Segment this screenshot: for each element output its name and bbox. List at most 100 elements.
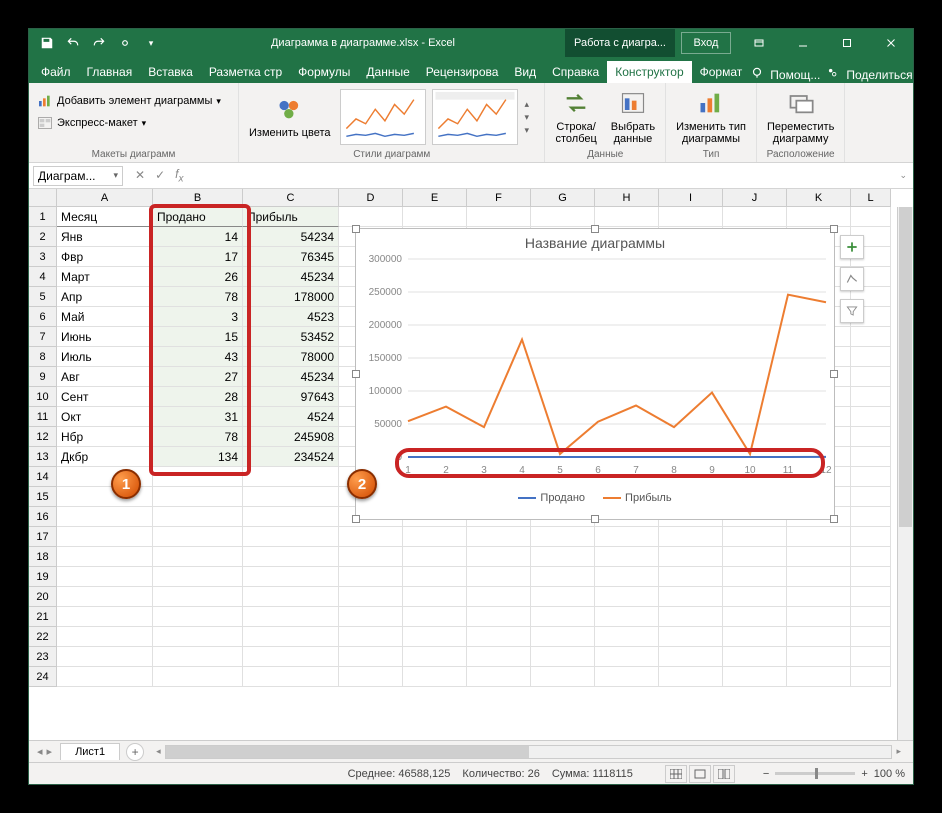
cell-H19[interactable]	[595, 567, 659, 587]
col-header-J[interactable]: J	[723, 189, 787, 207]
cell-H18[interactable]	[595, 547, 659, 567]
cell-B20[interactable]	[153, 587, 243, 607]
formula-input[interactable]	[191, 166, 893, 186]
cell-I23[interactable]	[659, 647, 723, 667]
zoom-in-icon[interactable]: +	[861, 768, 867, 780]
formula-enter-icon[interactable]: ✓	[155, 168, 165, 182]
cell-H17[interactable]	[595, 527, 659, 547]
cell-G24[interactable]	[531, 667, 595, 687]
row-header-13[interactable]: 13	[29, 447, 57, 467]
row-header-4[interactable]: 4	[29, 267, 57, 287]
cell-D17[interactable]	[339, 527, 403, 547]
cell-F18[interactable]	[467, 547, 531, 567]
zoom-out-icon[interactable]: −	[763, 768, 769, 780]
cell-F1[interactable]	[467, 207, 531, 227]
tab-view[interactable]: Вид	[506, 61, 544, 83]
cell-J20[interactable]	[723, 587, 787, 607]
cell-A7[interactable]: Июнь	[57, 327, 153, 347]
cell-I24[interactable]	[659, 667, 723, 687]
cell-F19[interactable]	[467, 567, 531, 587]
cell-K20[interactable]	[787, 587, 851, 607]
cell-H23[interactable]	[595, 647, 659, 667]
chart-object[interactable]: Название диаграммы 050000100000150000200…	[355, 228, 835, 520]
row-header-5[interactable]: 5	[29, 287, 57, 307]
share-label[interactable]: Поделиться	[846, 68, 912, 82]
name-box-dropdown-icon[interactable]: ▾	[113, 170, 118, 181]
cell-A3[interactable]: Фвр	[57, 247, 153, 267]
cell-L17[interactable]	[851, 527, 891, 547]
cell-C4[interactable]: 45234	[243, 267, 339, 287]
cell-C7[interactable]: 53452	[243, 327, 339, 347]
row-header-18[interactable]: 18	[29, 547, 57, 567]
cell-B4[interactable]: 26	[153, 267, 243, 287]
cell-B23[interactable]	[153, 647, 243, 667]
cell-B3[interactable]: 17	[153, 247, 243, 267]
cell-A8[interactable]: Июль	[57, 347, 153, 367]
cell-A23[interactable]	[57, 647, 153, 667]
cell-C19[interactable]	[243, 567, 339, 587]
chart-elements-button[interactable]	[840, 235, 864, 259]
cell-K24[interactable]	[787, 667, 851, 687]
cell-K1[interactable]	[787, 207, 851, 227]
style-scroll-down-icon[interactable]: ▾	[524, 112, 538, 123]
row-header-20[interactable]: 20	[29, 587, 57, 607]
tab-formulas[interactable]: Формулы	[290, 61, 358, 83]
cell-J19[interactable]	[723, 567, 787, 587]
move-chart-button[interactable]: Переместить диаграмму	[763, 87, 838, 147]
cell-E21[interactable]	[403, 607, 467, 627]
cell-G18[interactable]	[531, 547, 595, 567]
cell-I21[interactable]	[659, 607, 723, 627]
cell-E17[interactable]	[403, 527, 467, 547]
row-header-15[interactable]: 15	[29, 487, 57, 507]
cell-C5[interactable]: 178000	[243, 287, 339, 307]
cell-G19[interactable]	[531, 567, 595, 587]
col-header-A[interactable]: A	[57, 189, 153, 207]
name-box[interactable]: Диаграм...▾	[33, 166, 123, 186]
cell-B22[interactable]	[153, 627, 243, 647]
maximize-icon[interactable]	[825, 29, 869, 57]
switch-row-column-button[interactable]: Строка/ столбец	[551, 87, 600, 147]
row-header-19[interactable]: 19	[29, 567, 57, 587]
cell-K19[interactable]	[787, 567, 851, 587]
cell-B12[interactable]: 78	[153, 427, 243, 447]
cell-A10[interactable]: Сент	[57, 387, 153, 407]
cell-I1[interactable]	[659, 207, 723, 227]
cell-A12[interactable]: Нбр	[57, 427, 153, 447]
col-header-C[interactable]: C	[243, 189, 339, 207]
col-header-K[interactable]: K	[787, 189, 851, 207]
style-more-icon[interactable]: ▾	[524, 125, 538, 136]
cell-A22[interactable]	[57, 627, 153, 647]
tab-data[interactable]: Данные	[358, 61, 417, 83]
cell-G17[interactable]	[531, 527, 595, 547]
cell-B1[interactable]: Продано	[153, 207, 243, 227]
cell-G21[interactable]	[531, 607, 595, 627]
tell-me-icon[interactable]	[750, 66, 764, 83]
cell-E1[interactable]	[403, 207, 467, 227]
cell-I18[interactable]	[659, 547, 723, 567]
cell-B21[interactable]	[153, 607, 243, 627]
style-scroll-up-icon[interactable]: ▴	[524, 99, 538, 110]
cell-I17[interactable]	[659, 527, 723, 547]
cell-I20[interactable]	[659, 587, 723, 607]
cell-A5[interactable]: Апр	[57, 287, 153, 307]
cell-C10[interactable]: 97643	[243, 387, 339, 407]
cell-B10[interactable]: 28	[153, 387, 243, 407]
col-header-F[interactable]: F	[467, 189, 531, 207]
cell-A20[interactable]	[57, 587, 153, 607]
cell-B15[interactable]	[153, 487, 243, 507]
cell-C23[interactable]	[243, 647, 339, 667]
close-icon[interactable]	[869, 29, 913, 57]
cell-B16[interactable]	[153, 507, 243, 527]
cell-E19[interactable]	[403, 567, 467, 587]
cell-A24[interactable]	[57, 667, 153, 687]
cell-G1[interactable]	[531, 207, 595, 227]
cell-L19[interactable]	[851, 567, 891, 587]
cell-E20[interactable]	[403, 587, 467, 607]
formula-expand-icon[interactable]: ⌄	[893, 170, 913, 181]
cell-A19[interactable]	[57, 567, 153, 587]
redo-icon[interactable]	[89, 33, 109, 53]
cell-H22[interactable]	[595, 627, 659, 647]
undo-icon[interactable]	[63, 33, 83, 53]
row-header-10[interactable]: 10	[29, 387, 57, 407]
cell-K18[interactable]	[787, 547, 851, 567]
